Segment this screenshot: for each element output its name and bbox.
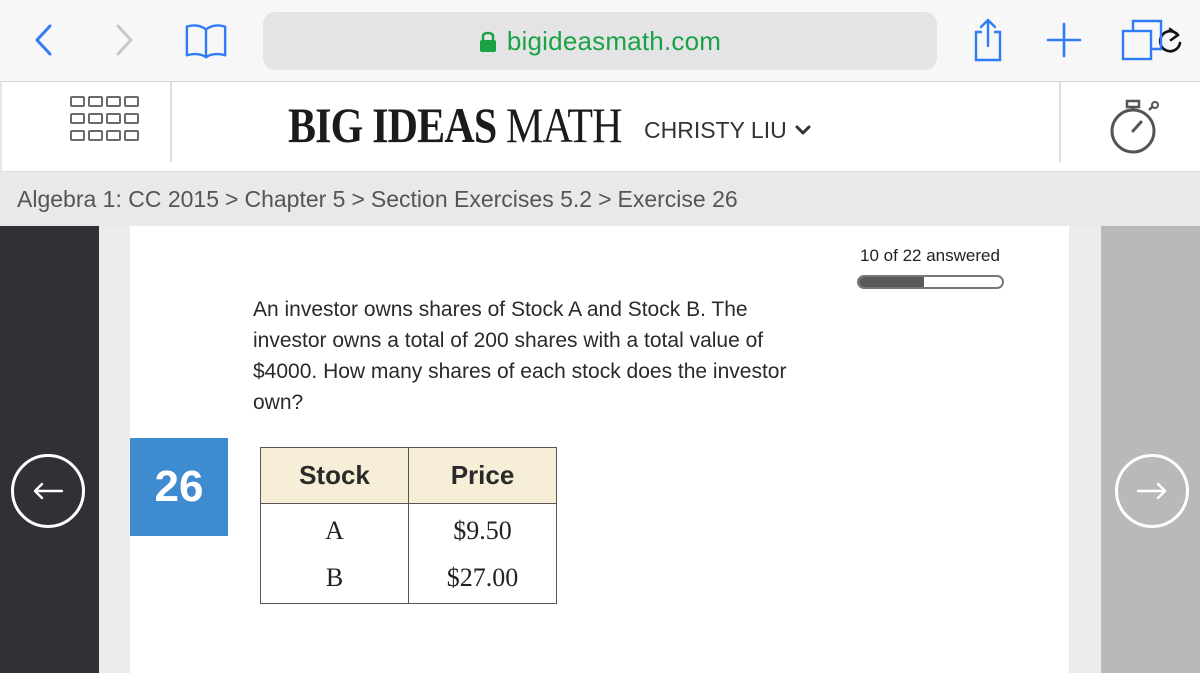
table-cell-stock: A [260,503,409,554]
progress-label: 10 of 22 answered [860,246,1000,265]
question-text: An investor owns shares of Stock A and S… [253,298,787,414]
page: bigideasmath.com BIG IDEAS MATH CHRISTY … [0,0,1200,673]
column-header-stock: Stock [260,447,409,504]
user-menu[interactable]: CHRISTY LIU [644,115,811,144]
breadcrumb-separator: > [598,186,612,212]
arrow-right-icon [1136,482,1167,500]
address-bar[interactable]: bigideasmath.com [263,12,1182,70]
breadcrumb-course[interactable]: Algebra 1: CC 2015 [17,186,219,212]
breadcrumb-separator: > [225,186,239,212]
chevron-down-icon [795,115,811,142]
breadcrumb-separator: > [351,186,365,212]
brand-logo: BIG IDEAS MATH [288,96,623,154]
forward-icon[interactable] [102,18,146,62]
breadcrumb-section[interactable]: Section Exercises 5.2 [371,186,592,212]
browser-toolbar: bigideasmath.com [0,0,1200,82]
table-header-row: Stock Price [260,447,557,504]
breadcrumb-exercise: Exercise 26 [617,186,738,212]
left-gutter [99,226,130,673]
share-icon[interactable] [966,18,1010,62]
table-row: A $9.50 [260,503,557,554]
progress-bar-fill [859,277,924,287]
previous-exercise-button[interactable] [11,454,85,528]
app-header: BIG IDEAS MATH CHRISTY LIU [0,82,1200,172]
right-gutter [1069,226,1101,673]
previous-panel [0,226,99,673]
progress-bar [857,275,1004,289]
url-display: bigideasmath.com [263,26,937,59]
grid-menu-icon[interactable] [70,96,144,146]
breadcrumb-bar: Algebra 1: CC 2015 > Chapter 5 > Section Exe… [0,172,1200,226]
user-name: CHRISTY LIU [644,117,787,143]
exercise-number-badge: 26 [130,438,228,536]
next-panel [1101,226,1200,673]
table-cell-stock: B [260,553,409,604]
stock-price-table: Stock Price A $9.50 B $27.00 [260,447,557,604]
bookmarks-icon[interactable] [184,18,228,62]
table-row: B $27.00 [260,553,557,604]
breadcrumb: Algebra 1: CC 2015 > Chapter 5 > Section Exe… [17,186,738,213]
stopwatch-icon[interactable] [1106,96,1166,156]
url-text: bigideasmath.com [506,26,722,56]
column-header-price: Price [408,447,557,504]
brand-math: MATH [506,97,622,153]
new-tab-icon[interactable] [1042,18,1086,62]
tabs-icon[interactable] [1120,18,1164,62]
breadcrumb-chapter[interactable]: Chapter 5 [244,186,345,212]
arrow-left-icon [33,482,64,500]
header-divider [1059,82,1061,162]
table-cell-price: $27.00 [408,553,557,604]
exercise-card: 10 of 22 answered An investor owns share… [130,226,1069,673]
lock-icon [479,28,497,59]
next-exercise-button[interactable] [1115,454,1189,528]
brand-main: BIG IDEAS [288,97,507,153]
back-icon[interactable] [22,18,66,62]
header-divider [170,82,172,162]
table-cell-price: $9.50 [408,503,557,554]
